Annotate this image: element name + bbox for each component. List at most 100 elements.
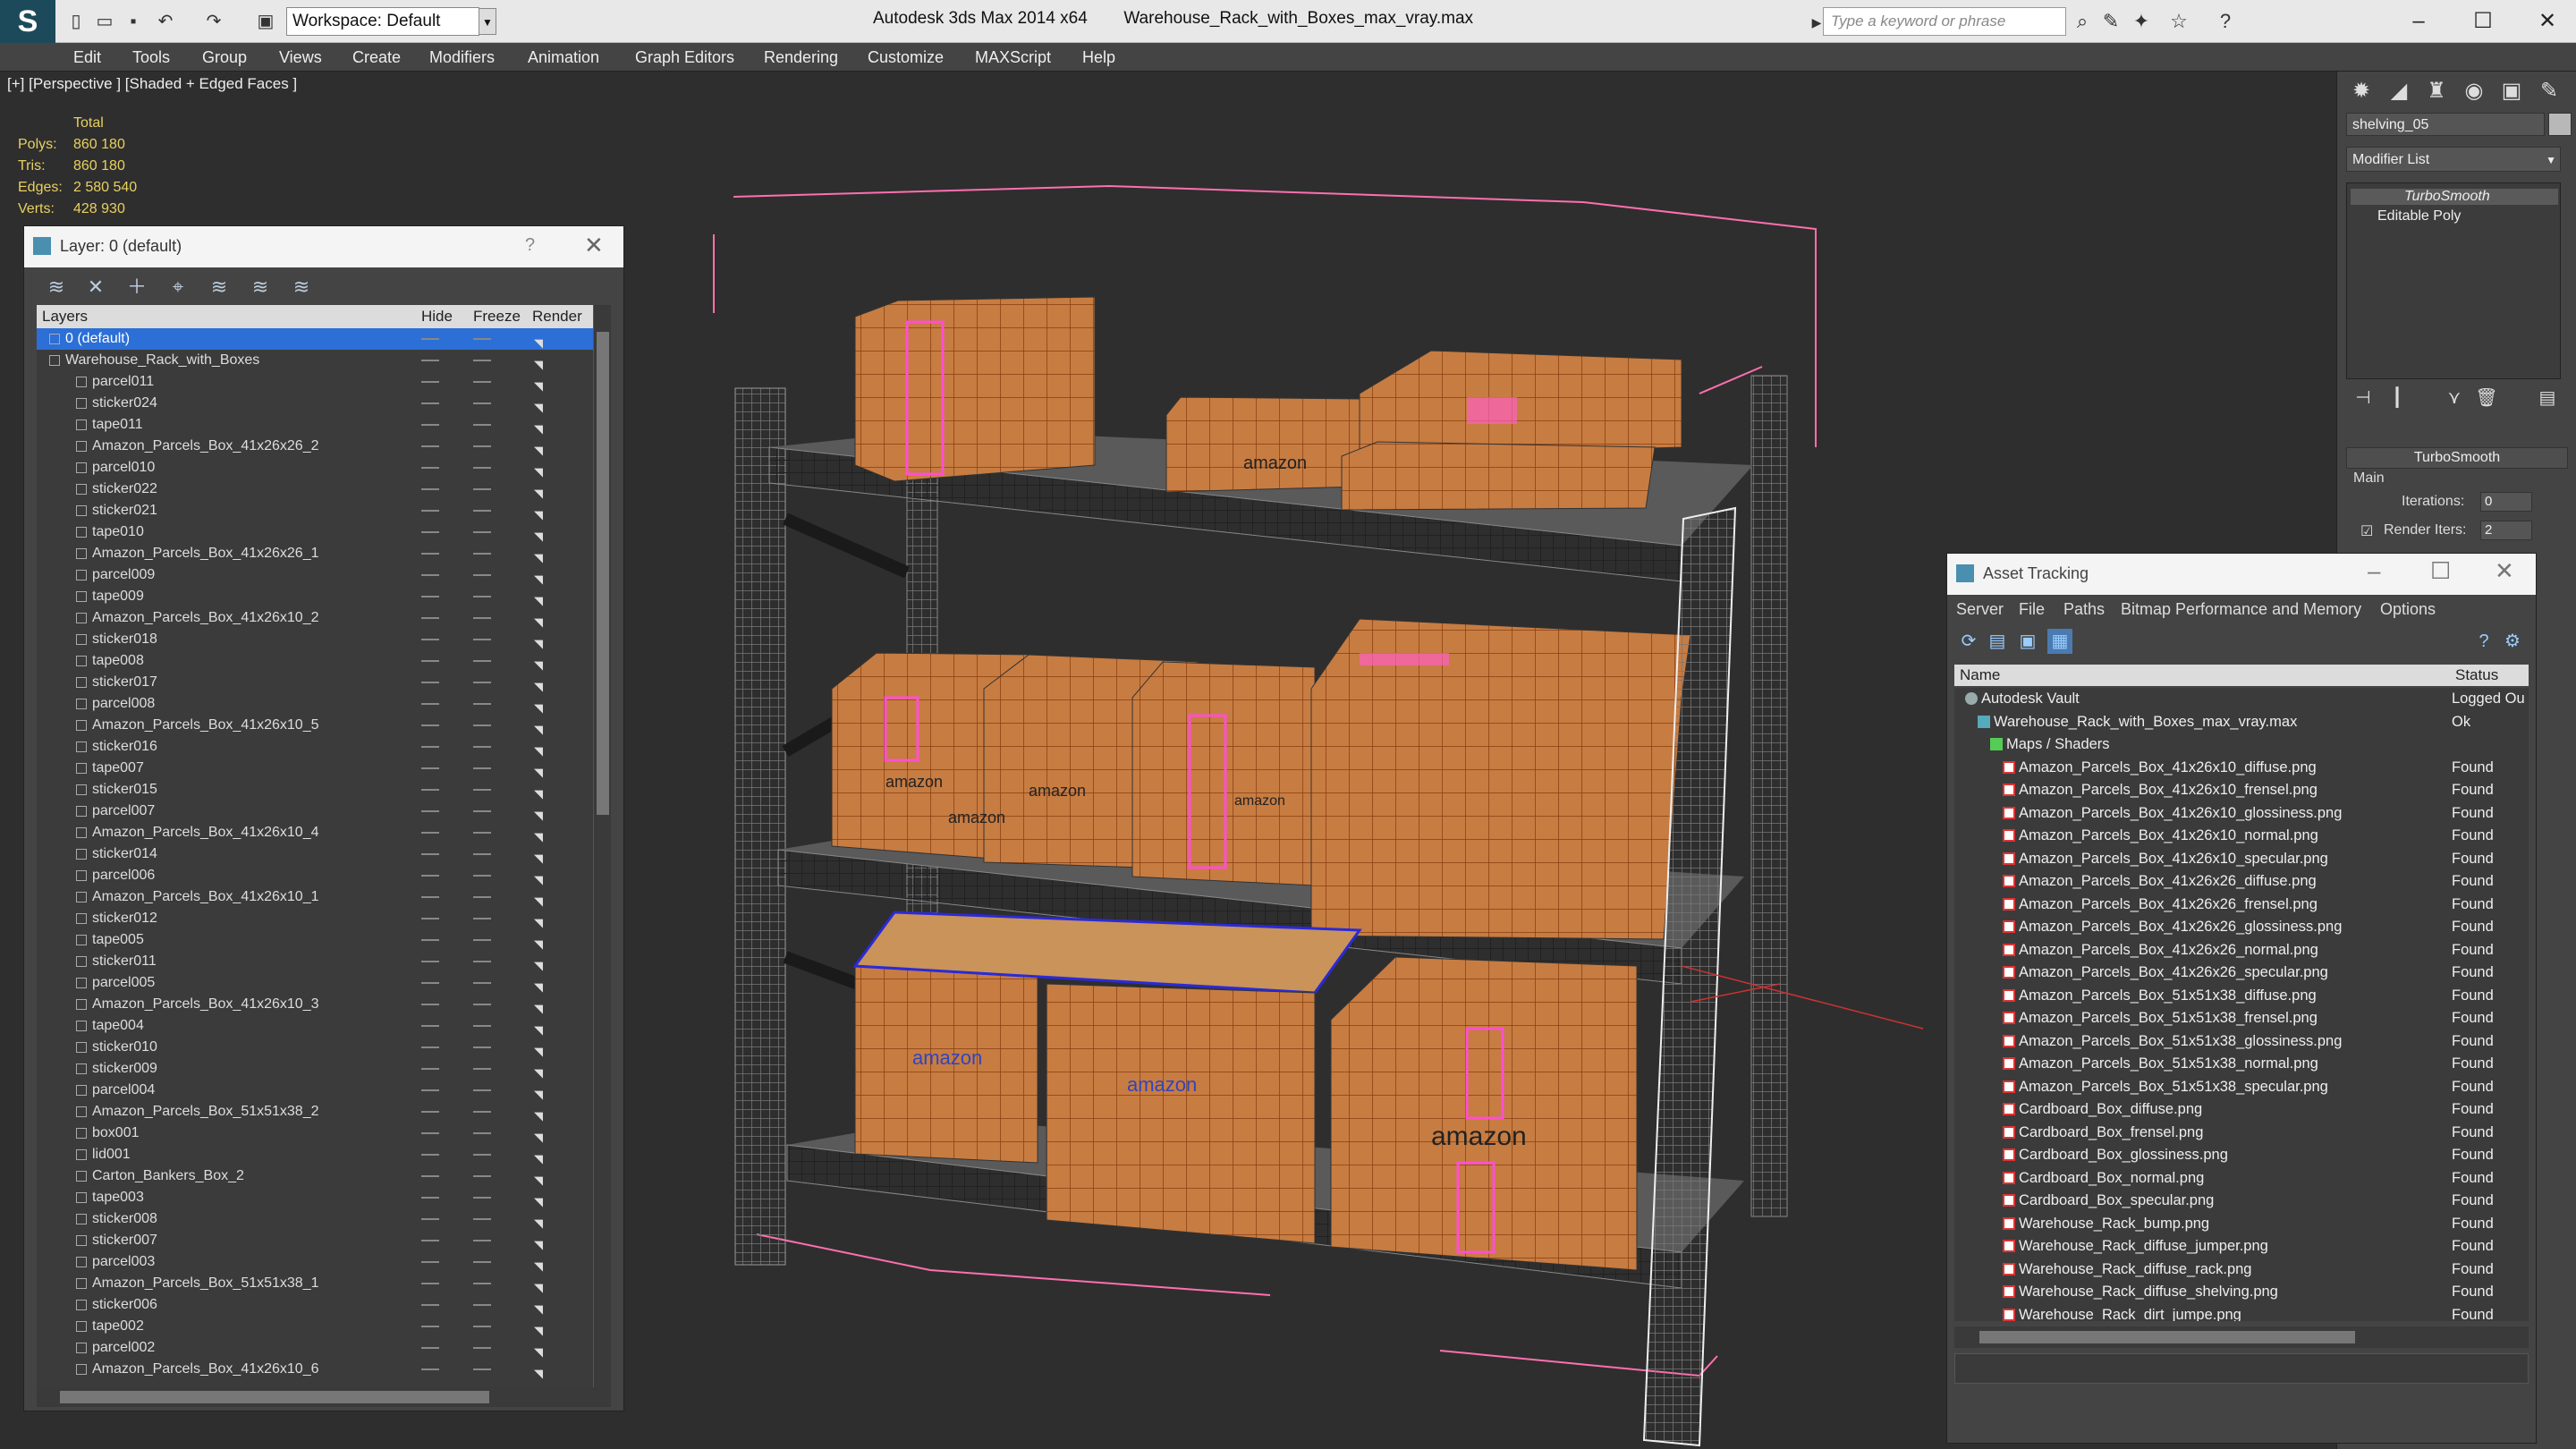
stack-item-turbosmooth[interactable]: TurboSmooth <box>2351 189 2558 205</box>
asset-row[interactable]: Amazon_Parcels_Box_41x26x26_normal.png Fo… <box>1954 939 2529 962</box>
menu-modifiers[interactable]: Modifiers <box>429 43 495 72</box>
modify-tab-icon[interactable]: ◢ <box>2382 75 2416 107</box>
layer-row[interactable]: sticker011 ◥ <box>37 951 593 972</box>
display-tab-icon[interactable]: ▣ <box>2495 75 2529 107</box>
column-name[interactable]: Name <box>1960 665 2000 686</box>
freeze-toggle[interactable] <box>473 1326 491 1327</box>
hide-toggle[interactable] <box>421 1025 439 1027</box>
column-status[interactable]: Status <box>2455 665 2498 686</box>
freeze-toggle[interactable] <box>473 338 491 340</box>
layer-row[interactable]: tape009 ◥ <box>37 586 593 607</box>
motion-tab-icon[interactable]: ◉ <box>2457 75 2491 107</box>
hide-toggle[interactable] <box>421 338 439 340</box>
scroll-thumb[interactable] <box>597 332 609 815</box>
list-view-icon[interactable]: ▤ <box>1985 629 2010 654</box>
hide-toggle[interactable] <box>421 746 439 748</box>
freeze-toggle[interactable] <box>473 1304 491 1306</box>
highlight-layer-icon[interactable]: ≋ <box>207 275 232 300</box>
hide-toggle[interactable] <box>421 1197 439 1199</box>
hide-toggle[interactable] <box>421 982 439 984</box>
utilities-tab-icon[interactable]: ✎ <box>2532 75 2566 107</box>
layer-row[interactable]: Amazon_Parcels_Box_41x26x10_6 ◥ <box>37 1359 593 1380</box>
layer-row[interactable]: Amazon_Parcels_Box_41x26x10_1 ◥ <box>37 886 593 908</box>
layer-row[interactable]: Amazon_Parcels_Box_51x51x38_2 ◥ <box>37 1101 593 1123</box>
asset-row[interactable]: Amazon_Parcels_Box_41x26x26_glossiness.p… <box>1954 916 2529 939</box>
remove-modifier-icon[interactable]: 🗑 <box>2473 385 2500 411</box>
hide-toggle[interactable] <box>421 724 439 726</box>
freeze-toggle[interactable] <box>473 982 491 984</box>
freeze-toggle[interactable] <box>473 810 491 812</box>
object-color-swatch[interactable] <box>2548 113 2572 136</box>
menu-views[interactable]: Views <box>279 43 322 72</box>
freeze-toggle[interactable] <box>473 1068 491 1070</box>
layer-list-vertical-scrollbar[interactable] <box>593 305 611 1387</box>
freeze-toggle[interactable] <box>473 918 491 919</box>
layer-row[interactable]: sticker006 ◥ <box>37 1294 593 1316</box>
asset-row[interactable]: Amazon_Parcels_Box_41x26x26_diffuse.png F… <box>1954 870 2529 894</box>
asset-row[interactable]: Cardboard_Box_diffuse.png Found <box>1954 1098 2529 1122</box>
asset-tracking-titlebar[interactable]: Asset Tracking – ☐ ✕ <box>1947 554 2536 595</box>
search-input[interactable]: Type a keyword or phrase <box>1823 7 2066 36</box>
asset-row[interactable]: Amazon_Parcels_Box_51x51x38_normal.png Fo… <box>1954 1053 2529 1076</box>
help-icon[interactable]: ? <box>2213 9 2238 34</box>
freeze-toggle[interactable] <box>473 939 491 941</box>
redo-icon[interactable]: ↷ <box>202 10 225 33</box>
hide-toggle[interactable] <box>421 853 439 855</box>
menu-animation[interactable]: Animation <box>528 43 599 72</box>
menu-options[interactable]: Options <box>2380 600 2436 619</box>
asset-row[interactable]: Amazon_Parcels_Box_41x26x10_frensel.png F… <box>1954 779 2529 802</box>
asset-row[interactable]: Amazon_Parcels_Box_51x51x38_frensel.png F… <box>1954 1007 2529 1030</box>
freeze-toggle[interactable] <box>473 1261 491 1263</box>
asset-row[interactable]: Cardboard_Box_glossiness.png Found <box>1954 1144 2529 1167</box>
asset-row[interactable]: Warehouse_Rack_with_Boxes_max_vray.max Ok <box>1954 711 2529 734</box>
layer-row[interactable]: tape004 ◥ <box>37 1015 593 1037</box>
hide-toggle[interactable] <box>421 660 439 662</box>
hide-toggle[interactable] <box>421 1154 439 1156</box>
asset-row[interactable]: Warehouse_Rack_diffuse_rack.png Found <box>1954 1258 2529 1282</box>
layer-row[interactable]: sticker022 ◥ <box>37 479 593 500</box>
delete-layer-icon[interactable]: ✕ <box>83 275 108 300</box>
menu-customize[interactable]: Customize <box>868 43 944 72</box>
column-hide[interactable]: Hide <box>421 305 453 328</box>
communication-icon[interactable]: ✦ <box>2129 9 2154 34</box>
layer-row[interactable]: parcel007 ◥ <box>37 801 593 822</box>
layer-row[interactable]: Amazon_Parcels_Box_41x26x10_2 ◥ <box>37 607 593 629</box>
modifier-list-dropdown[interactable]: Modifier List ▼ <box>2346 147 2561 172</box>
menu-file[interactable]: File <box>2019 600 2045 619</box>
iterations-spinner[interactable]: 0 <box>2480 492 2532 512</box>
asset-row[interactable]: Maps / Shaders <box>1954 733 2529 757</box>
menu-graph-editors[interactable]: Graph Editors <box>635 43 734 72</box>
hide-toggle[interactable] <box>421 596 439 597</box>
freeze-toggle[interactable] <box>473 1240 491 1241</box>
freeze-toggle[interactable] <box>473 789 491 791</box>
freeze-toggle[interactable] <box>473 660 491 662</box>
layer-row[interactable]: parcel002 ◥ <box>37 1337 593 1359</box>
render-teapot-icon[interactable]: ◥ <box>534 1363 543 1385</box>
hide-toggle[interactable] <box>421 1068 439 1070</box>
hide-toggle[interactable] <box>421 1261 439 1263</box>
freeze-toggle[interactable] <box>473 832 491 834</box>
layer-row[interactable]: sticker021 ◥ <box>37 500 593 521</box>
hide-toggle[interactable] <box>421 1240 439 1241</box>
layer-row[interactable]: Amazon_Parcels_Box_41x26x26_2 ◥ <box>37 436 593 457</box>
freeze-toggle[interactable] <box>473 424 491 426</box>
freeze-toggle[interactable] <box>473 1111 491 1113</box>
hide-toggle[interactable] <box>421 1283 439 1284</box>
asset-path-field[interactable] <box>1954 1353 2529 1384</box>
freeze-toggle[interactable] <box>473 853 491 855</box>
maximize-button[interactable]: ☐ <box>2456 4 2510 39</box>
layer-row[interactable]: tape003 ◥ <box>37 1187 593 1208</box>
asset-row[interactable]: Amazon_Parcels_Box_41x26x10_normal.png Fo… <box>1954 825 2529 848</box>
select-objects-icon[interactable]: ⌖ <box>165 275 191 300</box>
viewport-label[interactable]: [+] [Perspective ] [Shaded + Edged Faces… <box>7 75 297 93</box>
hide-toggle[interactable] <box>421 703 439 705</box>
favorites-star-icon[interactable]: ☆ <box>2166 9 2191 34</box>
hide-toggle[interactable] <box>421 1304 439 1306</box>
freeze-toggle[interactable] <box>473 896 491 898</box>
freeze-toggle[interactable] <box>473 1175 491 1177</box>
close-button[interactable]: ✕ <box>2495 557 2514 585</box>
layer-row[interactable]: tape011 ◥ <box>37 414 593 436</box>
hide-toggle[interactable] <box>421 445 439 447</box>
layer-row[interactable]: Amazon_Parcels_Box_41x26x10_5 ◥ <box>37 715 593 736</box>
undo-icon[interactable]: ↶ <box>154 10 177 33</box>
